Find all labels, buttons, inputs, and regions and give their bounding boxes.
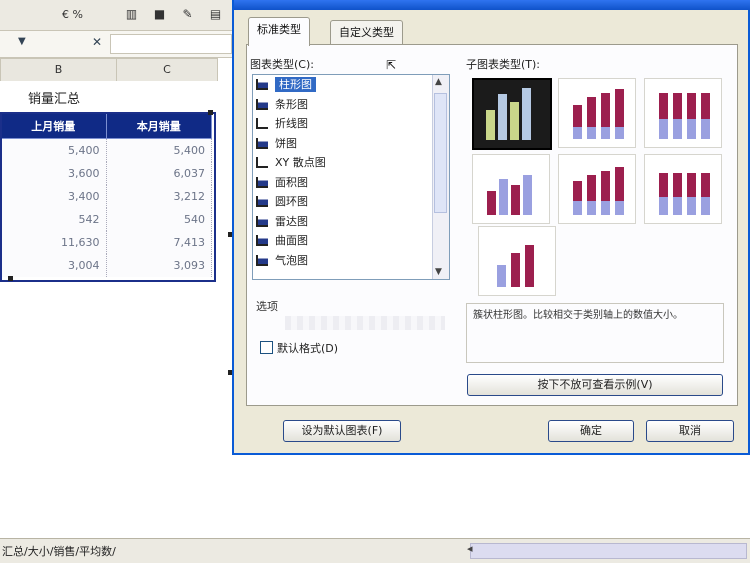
table-row: 3,600 6,037 [0,162,212,185]
list-item[interactable]: 气泡图 [253,251,449,271]
checkbox-icon[interactable] [260,341,273,354]
cancel-icon[interactable]: ✕ [92,35,102,49]
table-cell[interactable]: 542 [0,208,107,231]
list-item[interactable]: 曲面图 [253,231,449,251]
column-header-b[interactable]: B [0,58,117,82]
sheet-tabs[interactable]: 汇总/大小/销售/平均数/ [2,543,116,559]
column-chart-icon [256,79,268,90]
subtype-stacked-column[interactable] [558,78,636,148]
list-item[interactable]: 饼图 [253,134,449,154]
scatter-chart-icon [256,157,268,168]
scroll-thumb[interactable] [434,93,447,213]
default-format-checkbox[interactable]: 默认格式(D) [260,340,338,356]
bubble-chart-icon [256,254,268,266]
pie-chart-icon [256,137,268,149]
list-item[interactable]: 圆环图 [253,192,449,212]
table-header[interactable]: 本月销量 [105,113,212,139]
subtype-3d-stacked-column[interactable] [558,154,636,224]
table-row: 11,630 7,413 [0,231,212,254]
table-cell[interactable]: 11,630 [0,231,107,254]
data-table: 上月销量 本月销量 5,400 5,400 3,600 6,037 3,400 … [0,113,212,277]
subtype-3d-column[interactable] [478,226,556,296]
cancel-button[interactable]: 取消 [646,420,734,442]
set-default-chart-button[interactable]: 设为默认图表(F) [283,420,401,442]
resize-handle[interactable] [208,110,213,115]
bold-icon[interactable]: ■ [152,7,167,22]
doughnut-chart-icon [256,196,268,207]
press-hold-preview-button[interactable]: 按下不放可查看示例(V) [467,374,723,396]
dialog-titlebar[interactable] [234,0,750,10]
subtype-label: 子图表类型(T): [466,58,541,71]
tab-custom-types[interactable]: 自定义类型 [330,20,403,45]
subtype-3d-clustered-column[interactable] [472,154,550,224]
table-row: 542 540 [0,208,212,231]
bar-chart-icon [256,98,268,110]
cursor-icon: ⇱ [386,58,397,72]
format-icon[interactable]: ▥ [124,7,139,22]
table-cell[interactable]: 6,037 [106,162,212,185]
ok-button[interactable]: 确定 [548,420,634,442]
resize-handle[interactable] [8,276,13,281]
table-cell[interactable]: 3,093 [106,254,212,277]
chart-type-list[interactable]: 柱形图 条形图 折线图 饼图 XY 散点图 面积图 圆环图 雷达图 曲面图 气泡… [252,74,450,280]
list-item[interactable]: 柱形图 [253,75,449,95]
formula-bar: ▼ ✕ [0,31,232,58]
table-header[interactable]: 上月销量 [0,113,107,139]
list-item[interactable]: 条形图 [253,95,449,115]
scroll-left-icon[interactable]: ◂ [467,542,473,555]
table-cell[interactable]: 3,212 [106,185,212,208]
radar-chart-icon [256,215,268,227]
sheet-tab-bar: 汇总/大小/销售/平均数/ ◂ [0,538,750,563]
list-item[interactable]: XY 散点图 [253,153,449,173]
scroll-up-icon[interactable]: ▲ [435,77,442,87]
chart-icon[interactable]: ▤ [208,7,223,22]
sheet-title: 销量汇总 [28,92,81,107]
table-cell[interactable]: 3,600 [0,162,107,185]
surface-chart-icon [256,235,268,246]
horizontal-scrollbar[interactable]: ◂ [467,542,747,559]
table-cell[interactable]: 5,400 [0,138,107,162]
table-cell[interactable]: 3,004 [0,254,107,277]
column-header-c[interactable]: C [116,58,218,82]
list-item[interactable]: 折线图 [253,114,449,134]
list-item[interactable]: 雷达图 [253,212,449,232]
subtype-description: 簇状柱形图。比较相交于类别轴上的数值大小。 [466,303,724,363]
table-cell[interactable]: 7,413 [106,231,212,254]
subtype-grid [468,74,728,296]
chart-type-label: 图表类型(C): [250,58,314,71]
table-cell[interactable]: 540 [106,208,212,231]
list-item[interactable]: 面积图 [253,173,449,193]
table-cell[interactable]: 5,400 [106,138,212,162]
options-placeholder [285,316,445,330]
subtype-3d-percent-column[interactable] [644,154,722,224]
toolbar: € % ▥ ■ ✎ ▤ [0,0,232,31]
line-chart-icon [256,118,268,129]
tab-standard-types[interactable]: 标准类型 [248,17,310,46]
table-cell[interactable]: 3,400 [0,185,107,208]
subtype-percent-column[interactable] [644,78,722,148]
scroll-down-icon[interactable]: ▼ [435,267,442,277]
subtype-clustered-column[interactable] [472,78,552,150]
table-row: 3,004 3,093 [0,254,212,277]
toolbar-currency[interactable]: € % [62,8,83,21]
options-label: 选项 [256,300,278,313]
table-row: 5,400 5,400 [0,138,212,162]
area-chart-icon [256,176,268,188]
name-box-arrow-icon[interactable]: ▼ [18,36,26,47]
paint-icon[interactable]: ✎ [180,7,195,22]
formula-input[interactable] [110,34,232,54]
table-row: 3,400 3,212 [0,185,212,208]
list-scrollbar[interactable]: ▲ ▼ [432,75,449,279]
